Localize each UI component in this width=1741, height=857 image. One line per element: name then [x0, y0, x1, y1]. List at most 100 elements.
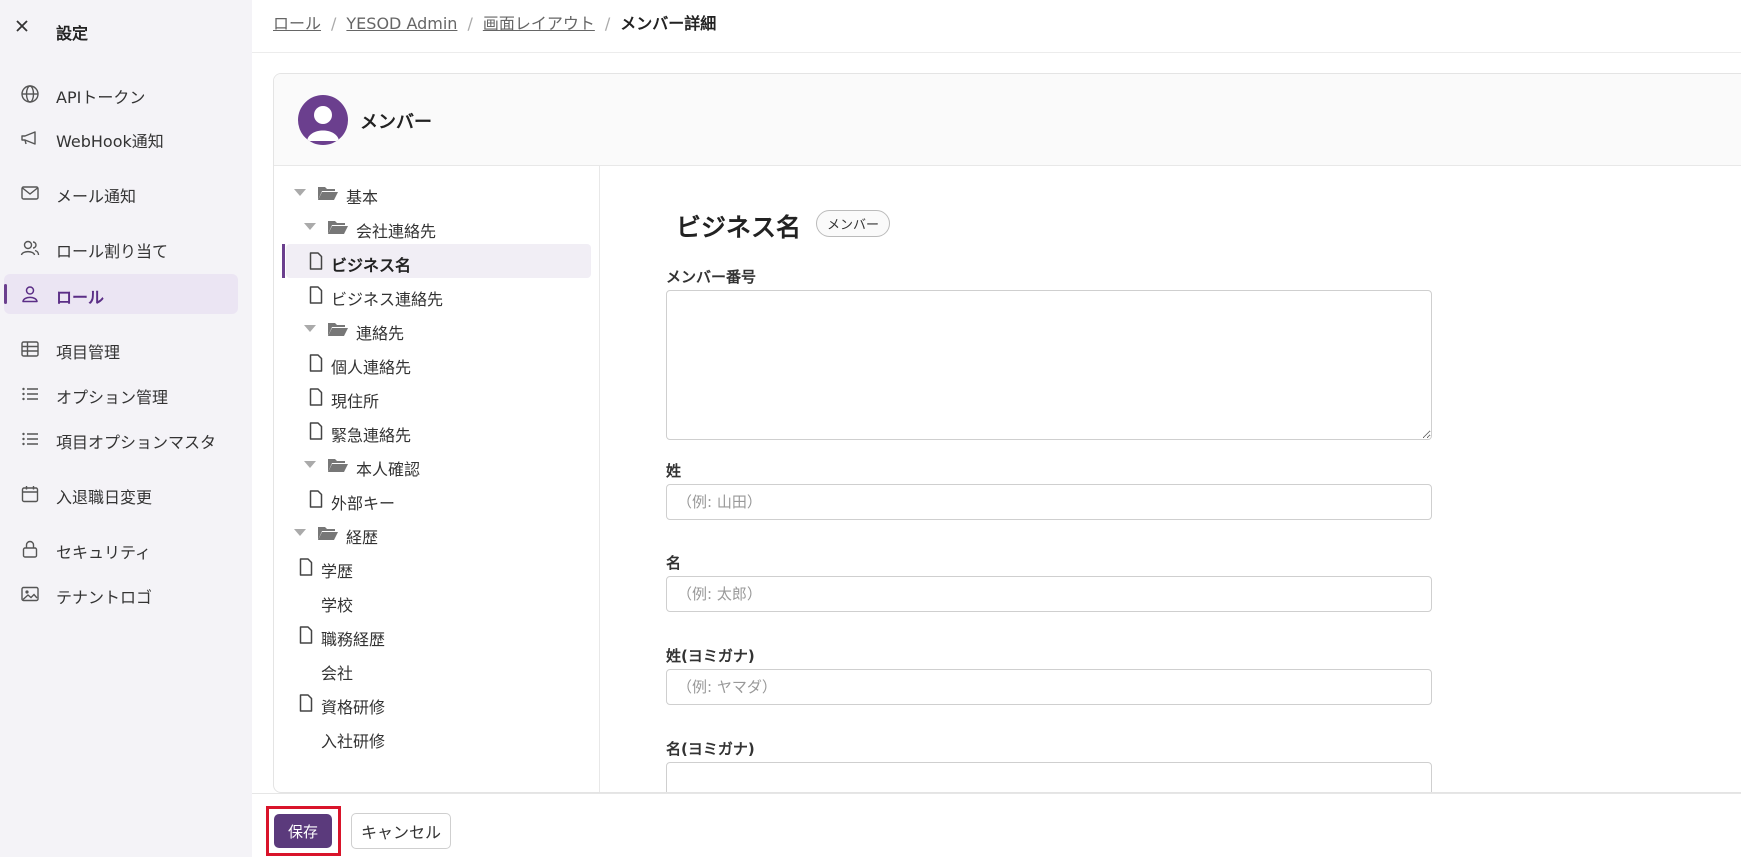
- tree-node-label: 会社: [321, 664, 354, 683]
- file-icon: [299, 558, 313, 576]
- breadcrumb-separator: /: [604, 14, 611, 33]
- card-header: メンバー: [274, 74, 1741, 166]
- sidebar-item-api-token[interactable]: APIトークン: [4, 74, 238, 114]
- tree-node-file[interactable]: 職務経歴: [276, 618, 576, 652]
- tree-node-label: 本人確認: [356, 460, 421, 479]
- last-name-field[interactable]: [666, 484, 1432, 520]
- sidebar-item-field-option-master[interactable]: 項目オプションマスタ: [4, 419, 238, 459]
- tree-node-label: 緊急連絡先: [331, 426, 412, 445]
- sidebar-item-tenant-logo[interactable]: テナントロゴ: [4, 574, 238, 614]
- caret-down-icon[interactable]: [294, 529, 306, 536]
- sidebar-item-mail[interactable]: メール通知: [4, 173, 238, 213]
- folder-open-icon: [328, 459, 348, 472]
- first-name-kana-field[interactable]: [666, 762, 1432, 792]
- tree-node-label: 個人連絡先: [331, 358, 412, 377]
- form-panel: ビジネス名 メンバー メンバー番号 姓 名 姓(ヨミガナ) 名(ヨミガナ): [600, 166, 1741, 792]
- file-icon: [309, 252, 323, 270]
- sidebar-item-label: 項目管理: [56, 343, 121, 362]
- layout-tree: 基本 会社連絡先 ビジネス名 ビジネス連絡先 連絡先 個人連絡先 現住所 緊急連…: [274, 166, 600, 792]
- mail-icon: [21, 186, 39, 200]
- tree-node-label: 入社研修: [321, 732, 386, 751]
- users-icon: [20, 240, 40, 256]
- sidebar-item-role-assignment[interactable]: ロール割り当て: [4, 228, 238, 268]
- tree-node-folder[interactable]: 会社連絡先: [304, 210, 599, 244]
- breadcrumb-link-admin[interactable]: YESOD Admin: [346, 14, 457, 33]
- tree-node-folder[interactable]: 連絡先: [304, 312, 599, 346]
- sidebar-item-label: テナントロゴ: [56, 588, 153, 607]
- tree-node-file[interactable]: 外部キー: [286, 482, 586, 516]
- sidebar-item-role[interactable]: ロール: [4, 274, 238, 314]
- settings-sidebar: 設定 APIトークン WebHook通知 メール通知 ロール割り当て ロール 項…: [0, 0, 252, 857]
- breadcrumb-link-role[interactable]: ロール: [273, 14, 321, 33]
- caret-down-icon[interactable]: [304, 223, 316, 230]
- sidebar-item-field-management[interactable]: 項目管理: [4, 329, 238, 369]
- sidebar-item-label: オプション管理: [56, 388, 169, 407]
- file-icon: [309, 422, 323, 440]
- tree-node-file[interactable]: 現住所: [286, 380, 586, 414]
- sidebar-item-webhook[interactable]: WebHook通知: [4, 118, 238, 158]
- close-icon[interactable]: [12, 16, 32, 36]
- tree-node-folder[interactable]: 経歴: [294, 516, 594, 550]
- megaphone-icon: [21, 131, 36, 145]
- tree-node-item[interactable]: 入社研修: [276, 720, 576, 754]
- folder-open-icon: [318, 187, 338, 200]
- sidebar-item-label: 入退職日変更: [56, 488, 153, 507]
- person-icon: [307, 106, 339, 141]
- field-label-last-name: 姓: [666, 462, 682, 480]
- calendar-icon: [21, 486, 39, 503]
- list-icon: [22, 432, 38, 446]
- breadcrumb-link-layout[interactable]: 画面レイアウト: [483, 14, 595, 33]
- field-label-first-name: 名: [666, 554, 682, 572]
- caret-down-icon[interactable]: [304, 325, 316, 332]
- header-divider: [252, 52, 1741, 53]
- layout-card: メンバー 基本 会社連絡先 ビジネス名 ビジネス連絡先 連絡先 個人連絡先 現住…: [273, 73, 1741, 793]
- table-icon: [21, 341, 39, 357]
- caret-down-icon[interactable]: [294, 189, 306, 196]
- tree-node-file[interactable]: 学歴: [276, 550, 576, 584]
- tree-node-label: 会社連絡先: [356, 222, 437, 241]
- tree-node-folder[interactable]: 基本: [294, 176, 594, 210]
- first-name-field[interactable]: [666, 576, 1432, 612]
- tree-node-label: ビジネス連絡先: [331, 290, 444, 309]
- save-button[interactable]: 保存: [274, 814, 332, 848]
- file-icon: [299, 694, 313, 712]
- sidebar-item-label: WebHook通知: [56, 132, 164, 151]
- action-footer: 保存 キャンセル: [252, 793, 1741, 857]
- tree-node-item[interactable]: 学校: [276, 584, 576, 618]
- globe-icon: [21, 85, 39, 103]
- sidebar-item-option-management[interactable]: オプション管理: [4, 374, 238, 414]
- lock-icon: [22, 540, 38, 558]
- tree-node-file[interactable]: 緊急連絡先: [286, 414, 586, 448]
- tree-node-item[interactable]: 会社: [276, 652, 576, 686]
- tree-node-file[interactable]: ビジネス名: [282, 244, 591, 278]
- last-name-kana-field[interactable]: [666, 669, 1432, 705]
- field-label-member-number: メンバー番号: [666, 268, 757, 286]
- tree-node-folder[interactable]: 本人確認: [304, 448, 599, 482]
- member-number-field[interactable]: [666, 290, 1432, 440]
- section-title: ビジネス名: [676, 213, 802, 242]
- file-icon: [309, 354, 323, 372]
- tree-node-file[interactable]: 個人連絡先: [286, 346, 586, 380]
- tree-node-file[interactable]: ビジネス連絡先: [286, 278, 586, 312]
- file-icon: [309, 286, 323, 304]
- image-icon: [21, 586, 39, 602]
- sidebar-item-label: セキュリティ: [56, 543, 152, 562]
- tree-node-label: 外部キー: [331, 494, 396, 513]
- caret-down-icon[interactable]: [304, 461, 316, 468]
- tree-node-label: 現住所: [331, 392, 380, 411]
- breadcrumb-current: メンバー詳細: [620, 14, 717, 33]
- tree-node-file[interactable]: 資格研修: [276, 686, 576, 720]
- sidebar-title: 設定: [56, 24, 89, 43]
- cancel-button[interactable]: キャンセル: [351, 813, 451, 849]
- breadcrumb-separator: /: [331, 14, 337, 33]
- sidebar-item-label: ロール割り当て: [56, 242, 169, 261]
- sidebar-item-security[interactable]: セキュリティ: [4, 529, 238, 569]
- file-icon: [299, 626, 313, 644]
- breadcrumb-separator: /: [467, 14, 473, 33]
- card-title: メンバー: [360, 112, 432, 133]
- tree-node-label: 学歴: [321, 562, 354, 581]
- user-icon: [22, 286, 38, 303]
- field-label-first-name-kana: 名(ヨミガナ): [666, 740, 755, 758]
- tree-node-label: 連絡先: [356, 324, 405, 343]
- sidebar-item-employment-date[interactable]: 入退職日変更: [4, 474, 238, 514]
